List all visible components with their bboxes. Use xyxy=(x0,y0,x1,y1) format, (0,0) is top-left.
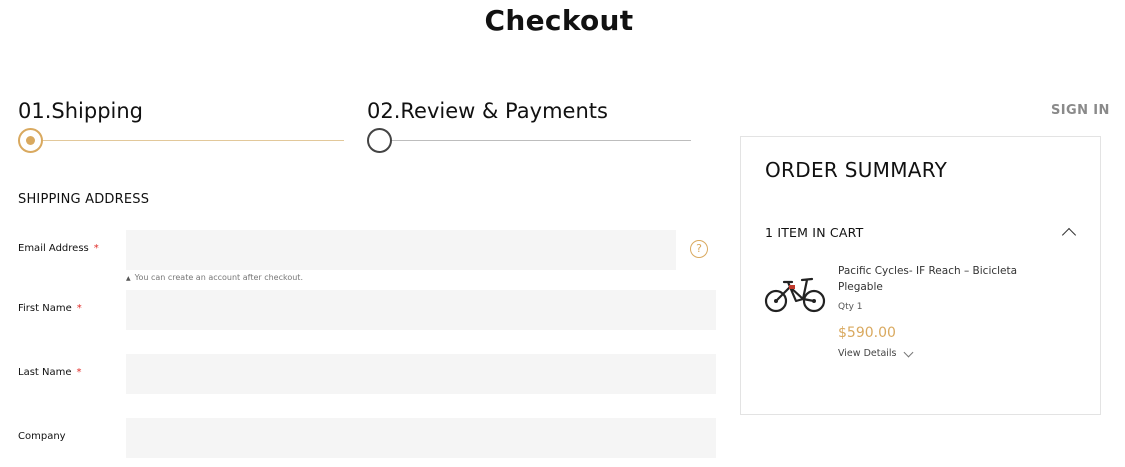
required-marker: * xyxy=(93,243,99,254)
email-note: ▲ You can create an account after checkou… xyxy=(126,273,303,282)
order-summary-title: ORDER SUMMARY xyxy=(765,158,948,182)
items-in-cart-toggle[interactable]: 1 ITEM IN CART xyxy=(765,225,863,240)
product-price: $590.00 xyxy=(838,325,896,341)
product-name[interactable]: Pacific Cycles- IF Reach – Bicicleta Ple… xyxy=(838,263,1058,295)
first-name-field[interactable] xyxy=(126,290,716,330)
required-marker: * xyxy=(76,367,82,378)
step-review-payments[interactable]: 02.Review & Payments xyxy=(367,98,693,157)
step-review-payments-label: 02.Review & Payments xyxy=(367,99,608,123)
email-note-text: You can create an account after checkout… xyxy=(134,273,303,282)
first-name-label: First Name * xyxy=(18,303,82,314)
email-field[interactable] xyxy=(126,230,676,270)
sign-in-link[interactable]: SIGN IN xyxy=(1051,103,1110,118)
step-inactive-indicator xyxy=(367,128,392,153)
step-shipping-label: 01.Shipping xyxy=(18,99,144,123)
shipping-address-heading: SHIPPING ADDRESS xyxy=(18,192,150,207)
email-label: Email Address * xyxy=(18,243,99,254)
last-name-field[interactable] xyxy=(126,354,716,394)
order-summary: ORDER SUMMARY 1 ITEM IN CART Pacific Cyc… xyxy=(740,136,1101,415)
view-details-toggle[interactable]: View Details xyxy=(838,348,897,359)
step-shipping[interactable]: 01.Shipping xyxy=(18,98,344,157)
last-name-label-text: Last Name xyxy=(18,367,72,378)
company-field[interactable] xyxy=(126,418,716,458)
company-label: Company xyxy=(18,431,66,442)
first-name-label-text: First Name xyxy=(18,303,72,314)
page-title: Checkout xyxy=(484,4,634,37)
required-marker: * xyxy=(76,303,82,314)
step-review-payments-line xyxy=(391,140,691,141)
folding-bicycle-image xyxy=(764,277,826,313)
checkout-page: Checkout 01.Shipping 02.Review & Payment… xyxy=(0,0,1125,467)
company-label-text: Company xyxy=(18,431,66,442)
chevron-up-icon[interactable] xyxy=(1061,227,1077,243)
product-quantity: Qty 1 xyxy=(838,302,863,312)
step-review-payments-progress xyxy=(367,127,693,157)
last-name-label: Last Name * xyxy=(18,367,82,378)
step-active-indicator xyxy=(18,128,43,153)
caret-up-icon: ▲ xyxy=(126,275,131,282)
step-shipping-progress xyxy=(18,127,344,157)
chevron-down-icon[interactable] xyxy=(903,347,914,358)
step-shipping-line xyxy=(42,140,344,141)
email-label-text: Email Address xyxy=(18,243,89,254)
question-circle-icon[interactable]: ? xyxy=(690,240,708,258)
